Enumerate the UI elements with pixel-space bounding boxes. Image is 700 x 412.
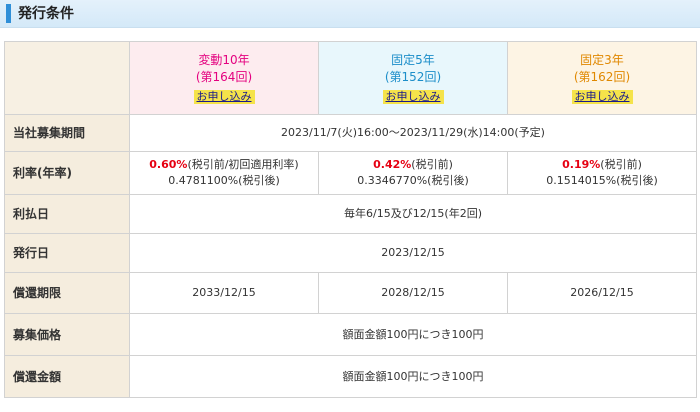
issue-conditions-table: 変動10年 (第164回) お申し込み 固定5年 (第152回) お申し込み 固… xyxy=(4,41,697,398)
table-row: 当社募集期間 2023/11/7(火)16:00～2023/11/29(水)14… xyxy=(4,114,697,152)
rate-cell-fixed-5y: 0.42%(税引前) 0.3346770%(税引後) xyxy=(318,151,508,195)
row-label-interest-date: 利払日 xyxy=(4,194,130,234)
product-header-fixed-5y: 固定5年 (第152回) お申し込み xyxy=(318,41,508,115)
apply-link-fixed-3y[interactable]: お申し込み xyxy=(571,89,633,104)
interest-date-value: 毎年6/15及び12/15(年2回) xyxy=(129,194,697,234)
section-header: 発行条件 xyxy=(0,0,700,28)
header-corner-cell xyxy=(4,41,130,115)
row-label-issue-date: 発行日 xyxy=(4,233,130,273)
rate-note: (税引前) xyxy=(600,158,642,171)
row-label-maturity: 償還期限 xyxy=(4,272,130,314)
product-header-fixed-3y: 固定3年 (第162回) お申し込み xyxy=(507,41,697,115)
row-label-offer-price: 募集価格 xyxy=(4,313,130,356)
rate-note: (税引前/初回適用利率) xyxy=(187,158,299,171)
maturity-fixed-3y: 2026/12/15 xyxy=(507,272,697,314)
row-label-rate: 利率(年率) xyxy=(4,151,130,195)
row-label-period: 当社募集期間 xyxy=(4,114,130,152)
product-series: (第164回) xyxy=(195,69,253,84)
offer-price-value: 額面金額100円につき100円 xyxy=(129,313,697,356)
row-label-redemption: 償還金額 xyxy=(4,355,130,398)
product-name: 固定3年 xyxy=(580,52,624,67)
section-marker xyxy=(6,4,11,23)
rate-value: 0.60% xyxy=(149,158,188,171)
product-series: (第162回) xyxy=(573,69,631,84)
rate-value: 0.19% xyxy=(562,158,601,171)
rate-note: (税引前) xyxy=(411,158,453,171)
rate-cell-fixed-3y: 0.19%(税引前) 0.1514015%(税引後) xyxy=(507,151,697,195)
product-name: 固定5年 xyxy=(391,52,435,67)
redemption-value: 額面金額100円につき100円 xyxy=(129,355,697,398)
section-title: 発行条件 xyxy=(18,6,74,22)
table-row: 償還期限 2033/12/15 2028/12/15 2026/12/15 xyxy=(4,272,697,314)
rate-cell-floating-10y: 0.60%(税引前/初回適用利率) 0.4781100%(税引後) xyxy=(129,151,319,195)
maturity-floating-10y: 2033/12/15 xyxy=(129,272,319,314)
rate-after-tax: 0.3346770%(税引後) xyxy=(357,174,469,187)
rate-after-tax: 0.4781100%(税引後) xyxy=(168,174,280,187)
apply-link-floating-10y[interactable]: お申し込み xyxy=(193,89,255,104)
product-name: 変動10年 xyxy=(198,52,250,67)
product-series: (第152回) xyxy=(384,69,442,84)
rate-after-tax: 0.1514015%(税引後) xyxy=(546,174,658,187)
maturity-fixed-5y: 2028/12/15 xyxy=(318,272,508,314)
table-row: 利率(年率) 0.60%(税引前/初回適用利率) 0.4781100%(税引後)… xyxy=(4,151,697,195)
product-header-row: 変動10年 (第164回) お申し込み 固定5年 (第152回) お申し込み 固… xyxy=(4,41,697,115)
issue-date-value: 2023/12/15 xyxy=(129,233,697,273)
table-row: 募集価格 額面金額100円につき100円 xyxy=(4,313,697,356)
period-value: 2023/11/7(火)16:00～2023/11/29(水)14:00(予定) xyxy=(129,114,697,152)
product-header-floating-10y: 変動10年 (第164回) お申し込み xyxy=(129,41,319,115)
table-row: 発行日 2023/12/15 xyxy=(4,233,697,273)
rate-value: 0.42% xyxy=(373,158,412,171)
table-row: 利払日 毎年6/15及び12/15(年2回) xyxy=(4,194,697,234)
apply-link-fixed-5y[interactable]: お申し込み xyxy=(382,89,444,104)
table-row: 償還金額 額面金額100円につき100円 xyxy=(4,355,697,398)
